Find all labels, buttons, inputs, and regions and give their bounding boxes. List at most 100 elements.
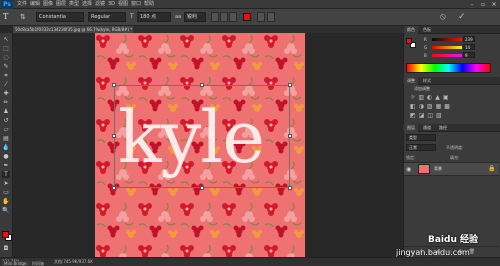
transform-handle-bottom[interactable]: [200, 186, 204, 190]
clone-stamp-tool-icon[interactable]: ♟: [2, 108, 10, 115]
mini-bridge-tab[interactable]: Mini Bridge: [2, 261, 29, 266]
tab-layers[interactable]: 图层: [404, 124, 418, 132]
hand-tool-icon[interactable]: ✋: [2, 198, 10, 205]
tab-swatches[interactable]: 色板: [420, 26, 434, 34]
character-panel-button[interactable]: [267, 12, 275, 22]
menu-help[interactable]: 帮助: [144, 0, 154, 9]
watermark-brand: Baidu 经验: [428, 235, 479, 245]
green-value[interactable]: 14: [463, 44, 475, 50]
tab-styles[interactable]: 样式: [420, 77, 434, 85]
warp-text-button[interactable]: [257, 12, 265, 22]
text-orientation-icon[interactable]: ⇅: [20, 12, 30, 22]
transform-handle-top[interactable]: [200, 83, 204, 87]
transform-handle-right[interactable]: [288, 134, 292, 138]
shape-tool-icon[interactable]: ▭: [2, 189, 10, 196]
font-family-select[interactable]: Constantia: [36, 12, 84, 22]
antialias-icon: aa: [175, 14, 182, 20]
layer-name[interactable]: 背景: [434, 166, 442, 172]
restore-icon[interactable]: ▫: [478, 0, 488, 9]
tab-color[interactable]: 颜色: [404, 26, 418, 34]
transform-handle-top-right[interactable]: [288, 83, 292, 87]
menu-filter[interactable]: 滤镜: [95, 0, 105, 9]
marquee-tool-icon[interactable]: ⬚: [2, 45, 10, 52]
layer-lock-icon: 🔒: [488, 165, 496, 172]
history-brush-tool-icon[interactable]: ↺: [2, 117, 10, 124]
opacity-label: 不透明度:: [446, 145, 464, 150]
green-slider[interactable]: [432, 46, 462, 49]
text-color-swatch[interactable]: [243, 13, 251, 21]
menu-file[interactable]: 文件: [17, 0, 27, 9]
eraser-tool-icon[interactable]: ▱: [2, 126, 10, 133]
green-label: G: [424, 45, 428, 50]
menu-image[interactable]: 图像: [43, 0, 53, 9]
crop-tool-icon[interactable]: ⌗: [2, 72, 10, 79]
transform-handle-left[interactable]: [112, 134, 116, 138]
align-right-button[interactable]: [229, 12, 237, 22]
brush-tool-icon[interactable]: ✏: [2, 99, 10, 106]
move-tool-icon[interactable]: ↖: [2, 36, 10, 43]
antialias-select[interactable]: 锐利: [184, 12, 206, 22]
document-tab[interactable]: 50c8ca5b1f0333c134230f35.jpg @ 66.7%(kyl…: [13, 26, 133, 33]
add-adjustment-label: 添加调整: [414, 86, 430, 91]
align-center-button[interactable]: [220, 12, 228, 22]
adjustment-icons-row-3[interactable]: ◩◪◫▧: [410, 112, 470, 119]
menu-3d[interactable]: 3D: [108, 0, 115, 9]
fill-label: 填充:: [450, 155, 460, 160]
adjustment-icons-row-2[interactable]: ◧◑▨▦▩: [410, 103, 470, 110]
document-size-info[interactable]: 文档:745.9K/937.6K: [54, 257, 93, 266]
layer-filter-kind[interactable]: 类型: [406, 134, 436, 141]
red-slider[interactable]: [432, 38, 462, 41]
quick-mask-icon[interactable]: ◘: [2, 245, 10, 252]
adjustment-icons-row-1[interactable]: ☼▥◐▲▣: [410, 94, 470, 101]
blue-value[interactable]: 9: [463, 52, 475, 58]
menu-select[interactable]: 选择: [82, 0, 92, 9]
menu-edit[interactable]: 编辑: [30, 0, 40, 9]
menu-type[interactable]: 类型: [69, 0, 79, 9]
healing-brush-tool-icon[interactable]: ✚: [2, 90, 10, 97]
watermark-url: jingyan.baidu.com: [396, 248, 470, 257]
red-label: R: [424, 37, 427, 42]
menu-window[interactable]: 窗口: [131, 0, 141, 9]
menu-layer[interactable]: 图层: [56, 0, 66, 9]
layer-visibility-eye-icon[interactable]: ◉: [406, 166, 411, 173]
layer-thumbnail: [418, 164, 430, 174]
transform-handle-bottom-left[interactable]: [112, 186, 116, 190]
eyedropper-tool-icon[interactable]: ⁄: [2, 81, 10, 88]
blue-slider[interactable]: [432, 54, 462, 57]
photoshop-logo: Ps: [1, 0, 13, 9]
font-style-select[interactable]: Regular: [88, 12, 126, 22]
type-tool-icon[interactable]: T: [2, 171, 10, 178]
tab-paths[interactable]: 路径: [436, 124, 450, 132]
tab-channels[interactable]: 通道: [420, 124, 434, 132]
font-size-icon: T: [130, 13, 134, 20]
text-layer-content[interactable]: kyle: [118, 92, 265, 182]
type-tool-preset-icon[interactable]: T: [3, 12, 15, 22]
minimize-icon[interactable]: –: [467, 0, 477, 9]
blur-tool-icon[interactable]: 💧: [2, 144, 10, 151]
blue-label: B: [424, 53, 427, 58]
font-size-select[interactable]: 180 点: [137, 12, 171, 22]
gradient-tool-icon[interactable]: ▤: [2, 135, 10, 142]
commit-edit-icon[interactable]: ✓: [458, 11, 472, 23]
foreground-color-swatch[interactable]: [2, 231, 9, 238]
transform-handle-bottom-right[interactable]: [288, 186, 292, 190]
tab-adjustments[interactable]: 调整: [404, 77, 418, 85]
zoom-tool-icon[interactable]: 🔍: [2, 207, 10, 214]
blend-mode-select[interactable]: 正常: [406, 144, 436, 151]
red-value[interactable]: 239: [463, 36, 475, 42]
lock-label: 锁定:: [406, 155, 416, 160]
pen-tool-icon[interactable]: ✒: [2, 162, 10, 169]
transform-handle-top-left[interactable]: [112, 83, 116, 87]
panel-foreground-swatch[interactable]: [406, 38, 412, 44]
timeline-tab[interactable]: 时间轴: [30, 261, 46, 266]
path-select-tool-icon[interactable]: ➤: [2, 180, 10, 187]
dodge-tool-icon[interactable]: ●: [2, 153, 10, 160]
close-icon[interactable]: ×: [489, 0, 499, 9]
cancel-edit-icon[interactable]: ⦸: [440, 11, 454, 23]
align-left-button[interactable]: [211, 12, 219, 22]
color-spectrum-bar[interactable]: [406, 63, 491, 73]
quick-select-tool-icon[interactable]: ✎: [2, 63, 10, 70]
lasso-tool-icon[interactable]: ◌: [2, 54, 10, 61]
panels-dock: [403, 26, 500, 257]
menu-view[interactable]: 视图: [118, 0, 128, 9]
